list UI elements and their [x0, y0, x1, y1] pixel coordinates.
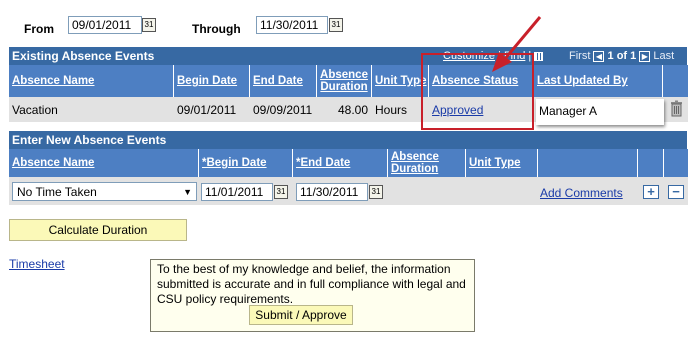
page-range: 1 of 1: [607, 50, 637, 62]
row-last-updated-by: Manager A: [539, 104, 598, 118]
col-delete: [663, 65, 688, 97]
row-end-date: 09/09/2011: [253, 103, 313, 117]
calendar-icon[interactable]: 31: [369, 185, 383, 199]
row-duration: 48.00: [338, 103, 369, 117]
calendar-icon[interactable]: 31: [274, 185, 288, 199]
new-col-end-date[interactable]: *End Date: [293, 149, 388, 177]
grid-pager: First ◀ 1 of 1 ▶ Last: [569, 50, 674, 63]
col-absence-duration[interactable]: Absence Duration: [317, 65, 372, 97]
add-comments-link[interactable]: Add Comments: [540, 186, 623, 200]
row-unit-type: Hours: [375, 103, 408, 117]
new-col-absence-duration[interactable]: Absence Duration: [388, 149, 466, 177]
submit-approve-button[interactable]: Submit / Approve: [249, 305, 353, 325]
col-absence-name[interactable]: Absence Name: [9, 65, 174, 97]
last-updated-tooltip: Manager A: [536, 99, 664, 125]
next-page-icon[interactable]: ▶: [639, 50, 651, 62]
through-label: Through: [192, 22, 241, 36]
new-col-remove: [664, 149, 688, 177]
new-col-absence-name[interactable]: Absence Name: [9, 149, 199, 177]
first-label: First: [569, 50, 591, 62]
new-col-add: [638, 149, 664, 177]
trash-icon[interactable]: [670, 100, 683, 117]
absence-name-select[interactable]: No Time Taken ▼: [12, 182, 197, 201]
row-begin-date: 09/01/2011: [177, 103, 237, 117]
existing-events-title: Existing Absence Events: [12, 49, 155, 63]
chevron-down-icon: ▼: [183, 187, 192, 197]
calendar-icon[interactable]: 31: [329, 18, 343, 32]
new-col-begin-date[interactable]: *Begin Date: [199, 149, 293, 177]
from-label: From: [24, 22, 54, 36]
new-end-date-input[interactable]: 11/30/2011: [296, 183, 368, 201]
timesheet-link[interactable]: Timesheet: [9, 257, 65, 271]
last-label: Last: [653, 50, 675, 62]
prev-page-icon[interactable]: ◀: [593, 50, 605, 62]
annotation-arrow: [480, 10, 550, 80]
col-end-date[interactable]: End Date: [250, 65, 317, 97]
add-row-button[interactable]: +: [643, 185, 659, 199]
new-events-title: Enter New Absence Events: [12, 133, 167, 147]
from-date-input[interactable]: 09/01/2011: [68, 16, 142, 34]
remove-row-button[interactable]: −: [668, 185, 684, 199]
calendar-icon[interactable]: 31: [142, 18, 156, 32]
col-begin-date[interactable]: Begin Date: [174, 65, 250, 97]
certification-text: To the best of my knowledge and belief, …: [157, 262, 466, 306]
calculate-duration-button[interactable]: Calculate Duration: [9, 219, 187, 241]
through-date-input[interactable]: 11/30/2011: [256, 16, 328, 34]
absence-name-value: No Time Taken: [17, 185, 97, 199]
row-absence-name: Vacation: [12, 103, 58, 117]
col-last-updated-by[interactable]: Last Updated By: [534, 65, 663, 97]
new-col-comments: [538, 149, 638, 177]
new-begin-date-input[interactable]: 11/01/2011: [201, 183, 273, 201]
new-col-unit-type[interactable]: Unit Type: [466, 149, 538, 177]
new-events-title-bar: Enter New Absence Events: [9, 131, 687, 149]
